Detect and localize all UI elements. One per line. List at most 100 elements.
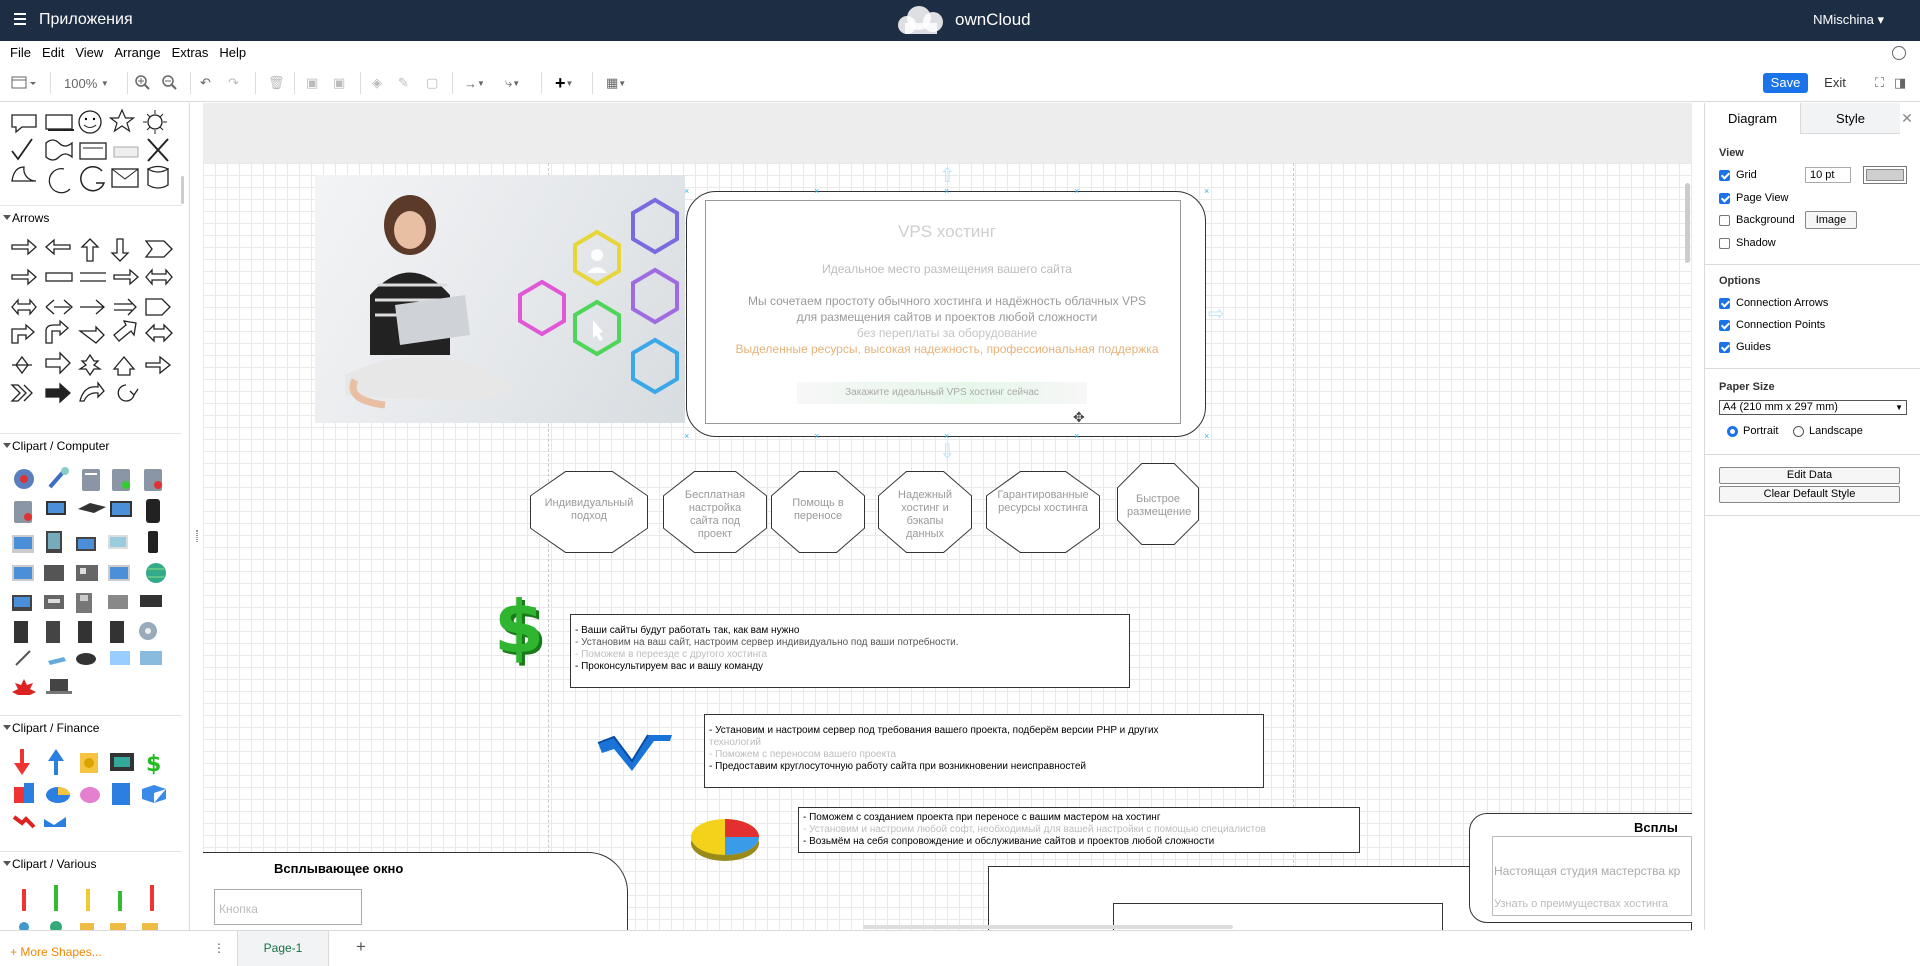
connect-arrow-up-icon[interactable]: ⇧ xyxy=(939,163,956,188)
section-clipart-computer[interactable]: Clipart / Computer xyxy=(0,433,182,457)
guides-checkbox[interactable] xyxy=(1719,341,1730,353)
background-image-button[interactable]: Image xyxy=(1805,211,1857,229)
landscape-option[interactable]: Landscape xyxy=(1793,425,1863,437)
background-checkbox[interactable] xyxy=(1719,214,1730,226)
zoom-out-icon[interactable] xyxy=(162,75,178,91)
popup-window-shape[interactable]: Всплывающее окно Кнопка xyxy=(203,852,628,930)
hero-photo-woman-laptop[interactable] xyxy=(315,175,685,423)
clipart-computer-palette[interactable] xyxy=(10,465,180,695)
grid-checkbox[interactable] xyxy=(1719,169,1730,181)
shadow-checkbox[interactable] xyxy=(1719,237,1730,249)
selection-handle[interactable]: × xyxy=(1204,187,1209,196)
clipart-finance-palette[interactable]: $ xyxy=(10,747,180,847)
collapse-panel-icon[interactable]: ◨ xyxy=(1894,75,1906,91)
menu-view[interactable]: View xyxy=(75,45,103,60)
portrait-radio[interactable] xyxy=(1727,425,1738,437)
selection-handle[interactable]: × xyxy=(814,432,819,441)
save-button[interactable]: Save xyxy=(1763,73,1808,93)
user-menu[interactable]: NMischina ▾ xyxy=(1813,12,1884,28)
landscape-radio[interactable] xyxy=(1793,425,1804,437)
connection-points-option[interactable]: Connection Points xyxy=(1719,319,1825,331)
menu-help[interactable]: Help xyxy=(219,45,246,60)
selection-handle[interactable]: × xyxy=(1074,432,1079,441)
add-page-icon[interactable]: + xyxy=(356,937,366,957)
sidebar-resize-handle[interactable] xyxy=(196,530,198,542)
apps-menu-label[interactable]: Приложения xyxy=(39,11,133,29)
language-globe-icon[interactable] xyxy=(1892,46,1906,60)
format-panel-toggle-icon[interactable] xyxy=(11,75,37,91)
vertical-scrollbar[interactable] xyxy=(1685,183,1690,263)
section-clipart-various[interactable]: Clipart / Various xyxy=(0,851,182,875)
diagram-canvas[interactable]: VPS хостинг Идеальное место размещения в… xyxy=(203,103,1692,930)
to-front-icon[interactable]: ▣ xyxy=(306,75,318,91)
menu-arrange[interactable]: Arrange xyxy=(114,45,160,60)
line-color-icon[interactable]: ✎ xyxy=(398,75,409,91)
page-view-option[interactable]: Page View xyxy=(1719,192,1788,204)
vps-hosting-card[interactable]: VPS хостинг Идеальное место размещения в… xyxy=(686,191,1206,437)
grid-color-picker[interactable] xyxy=(1863,166,1907,184)
table-icon[interactable]: ▦ ▼ xyxy=(606,75,626,91)
selection-handle[interactable]: × xyxy=(684,432,689,441)
section-clipart-finance[interactable]: Clipart / Finance xyxy=(0,715,182,739)
more-shapes-link[interactable]: + More Shapes... xyxy=(10,945,102,959)
zoom-select[interactable]: 100% ▼ xyxy=(64,75,109,91)
dollar-icon[interactable]: $ xyxy=(494,591,544,663)
portrait-option[interactable]: Portrait xyxy=(1727,425,1778,437)
paper-size-select[interactable]: A4 (210 mm x 297 mm) ▼ xyxy=(1719,400,1907,415)
selection-handle[interactable]: × xyxy=(1074,187,1079,196)
menu-file[interactable]: File xyxy=(10,45,31,60)
grid-size-input[interactable]: 10 pt xyxy=(1805,167,1851,183)
close-panel-icon[interactable]: ✕ xyxy=(1899,110,1915,126)
background-option[interactable]: Background xyxy=(1719,214,1795,226)
insert-icon[interactable]: + ▼ xyxy=(555,73,573,93)
benefits-list-1[interactable]: - Ваши сайты будут работать так, как вам… xyxy=(570,614,1130,688)
clipart-various-palette[interactable] xyxy=(10,883,180,930)
benefits-list-3[interactable]: - Поможем с созданием проекта при перено… xyxy=(798,807,1360,853)
undo-icon[interactable]: ↶ xyxy=(200,75,211,91)
edit-data-button[interactable]: Edit Data xyxy=(1719,467,1900,484)
zoom-in-icon[interactable] xyxy=(135,75,151,91)
section-arrows[interactable]: Arrows xyxy=(0,205,182,229)
selection-handle[interactable]: × xyxy=(1204,432,1209,441)
clear-default-style-button[interactable]: Clear Default Style xyxy=(1719,486,1900,503)
page-view-checkbox[interactable] xyxy=(1719,192,1730,204)
sidebar-scrollbar[interactable] xyxy=(181,176,184,204)
menu-extras[interactable]: Extras xyxy=(172,45,209,60)
redo-icon[interactable]: ↷ xyxy=(228,75,239,91)
benefits-list-2[interactable]: - Установим и настроим сервер под требов… xyxy=(704,714,1264,788)
selection-handle[interactable]: × xyxy=(814,187,819,196)
connection-style-icon[interactable]: → ▼ xyxy=(464,75,485,91)
pie-chart-icon[interactable] xyxy=(689,805,765,865)
shadow-icon[interactable]: ▢ xyxy=(426,75,438,91)
connect-arrow-right-icon[interactable]: ⇨ xyxy=(1208,301,1225,326)
shadow-option[interactable]: Shadow xyxy=(1719,237,1776,249)
page-tab-1[interactable]: Page-1 xyxy=(237,931,329,966)
hamburger-menu-icon[interactable] xyxy=(14,13,26,25)
connection-points-checkbox[interactable] xyxy=(1719,319,1730,331)
growth-chart-icon[interactable] xyxy=(596,723,676,779)
pages-menu-icon[interactable]: ⋮ xyxy=(213,941,225,955)
connection-arrows-checkbox[interactable] xyxy=(1719,297,1730,309)
guides-option[interactable]: Guides xyxy=(1719,341,1771,353)
tab-style[interactable]: Style xyxy=(1800,103,1900,134)
waypoints-icon[interactable]: ⤷ ▼ xyxy=(505,75,520,91)
exit-button[interactable]: Exit xyxy=(1816,73,1854,93)
fill-color-icon[interactable]: ◈ xyxy=(372,75,382,91)
horizontal-scrollbar[interactable] xyxy=(863,925,1233,929)
connection-arrows-option[interactable]: Connection Arrows xyxy=(1719,297,1828,309)
popup-button[interactable]: Кнопка xyxy=(214,889,362,925)
menu-edit[interactable]: Edit xyxy=(42,45,64,60)
selection-handle[interactable]: × xyxy=(944,187,949,196)
tab-diagram[interactable]: Diagram xyxy=(1705,103,1800,134)
vps-order-button[interactable]: Закажите идеальный VPS хостинг сейчас xyxy=(797,382,1087,404)
fullscreen-icon[interactable]: ⛶ xyxy=(1875,75,1884,91)
to-back-icon[interactable]: ▣ xyxy=(333,75,345,91)
delete-icon[interactable]: 🗑 xyxy=(268,75,285,91)
grid-option[interactable]: Grid xyxy=(1719,169,1757,181)
selection-handle[interactable]: × xyxy=(684,187,689,196)
general-shapes-palette[interactable] xyxy=(8,107,178,197)
arrows-palette[interactable] xyxy=(8,235,178,405)
connect-arrow-down-icon[interactable]: ⇩ xyxy=(939,439,956,464)
feature-octagon[interactable]: Быстрое размещение xyxy=(1117,463,1199,545)
popup-window-right[interactable]: Всплы Настоящая студия мастерства кр Узн… xyxy=(1469,813,1692,923)
